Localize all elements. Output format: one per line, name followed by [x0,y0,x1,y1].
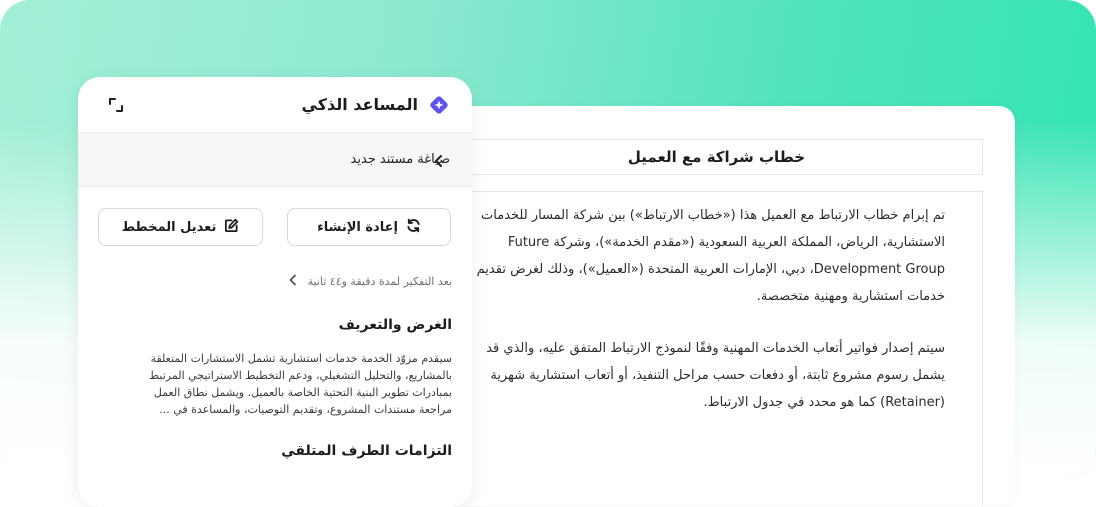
edit-icon [224,218,239,237]
section-text-purpose: سيقدم مزوّد الخدمة خدمات استشارية تشمل ا… [112,350,452,418]
thinking-summary[interactable]: بعد التفكير لمدة دقيقة و٤٤ ثانية [288,272,452,290]
document-line: سيتم إصدار فواتير أتعاب الخدمات المهنية … [486,341,945,356]
document-body: تم إبرام خطاب الارتباط مع العميل هذا («خ… [450,191,983,506]
chevron-left-icon [288,274,298,289]
section-line: بمبادرات تطوير البنية التحتية الخاصة بال… [153,386,452,399]
document-line: يشمل رسوم مشروع ثابتة، أو دفعات حسب مراح… [490,368,945,383]
document-panel: خطاب شراكة مع العميل تم إبرام خطاب الارت… [430,106,1015,506]
document-paragraph-2: سيتم إصدار فواتير أتعاب الخدمات المهنية … [451,335,945,416]
document-line: (Retainer) كما هو محدد في جدول الارتباط. [703,395,945,410]
section-line: مراجعة مستندات المشروع، وتقديم التوصيات،… [159,403,452,416]
edit-plan-button[interactable]: تعديل المخطط [98,208,263,246]
refresh-icon [406,218,421,237]
document-title: خطاب شراكة مع العميل [450,139,983,175]
document-line: خدمات استشارية ومهنية متخصصة. [756,289,945,304]
regenerate-label: إعادة الإنشاء [317,219,398,235]
document-line: تم إبرام خطاب الارتباط مع العميل هذا («خ… [481,208,945,223]
sparkle-icon [428,94,450,116]
thinking-text: بعد التفكير لمدة دقيقة و٤٤ ثانية [307,274,452,288]
document-line: Development Group، دبي، الإمارات العربية… [476,262,945,277]
chevron-left-icon[interactable] [432,153,446,167]
expand-icon[interactable] [108,97,124,113]
section-title-purpose: الغرض والتعريف [338,317,452,333]
section-title-obligations: التزامات الطرف المتلقي [281,443,452,459]
assistant-header: المساعد الذكي [78,77,472,133]
document-paragraph-1: تم إبرام خطاب الارتباط مع العميل هذا («خ… [451,202,945,310]
section-line: بالمشاريع، والتحليل التشغيلي، ودعم التخط… [148,369,452,382]
assistant-panel: المساعد الذكي صياغة مستند جديد إعادة الإ… [78,77,472,507]
section-line: سيقدم مزوّد الخدمة خدمات استشارية تشمل ا… [150,352,452,365]
regenerate-button[interactable]: إعادة الإنشاء [287,208,451,246]
edit-plan-label: تعديل المخطط [121,219,217,235]
assistant-title: المساعد الذكي [301,95,418,114]
new-document-subheader[interactable]: صياغة مستند جديد [78,133,472,187]
document-line: الاستشارية، الرياض، المملكة العربية السع… [507,235,945,250]
